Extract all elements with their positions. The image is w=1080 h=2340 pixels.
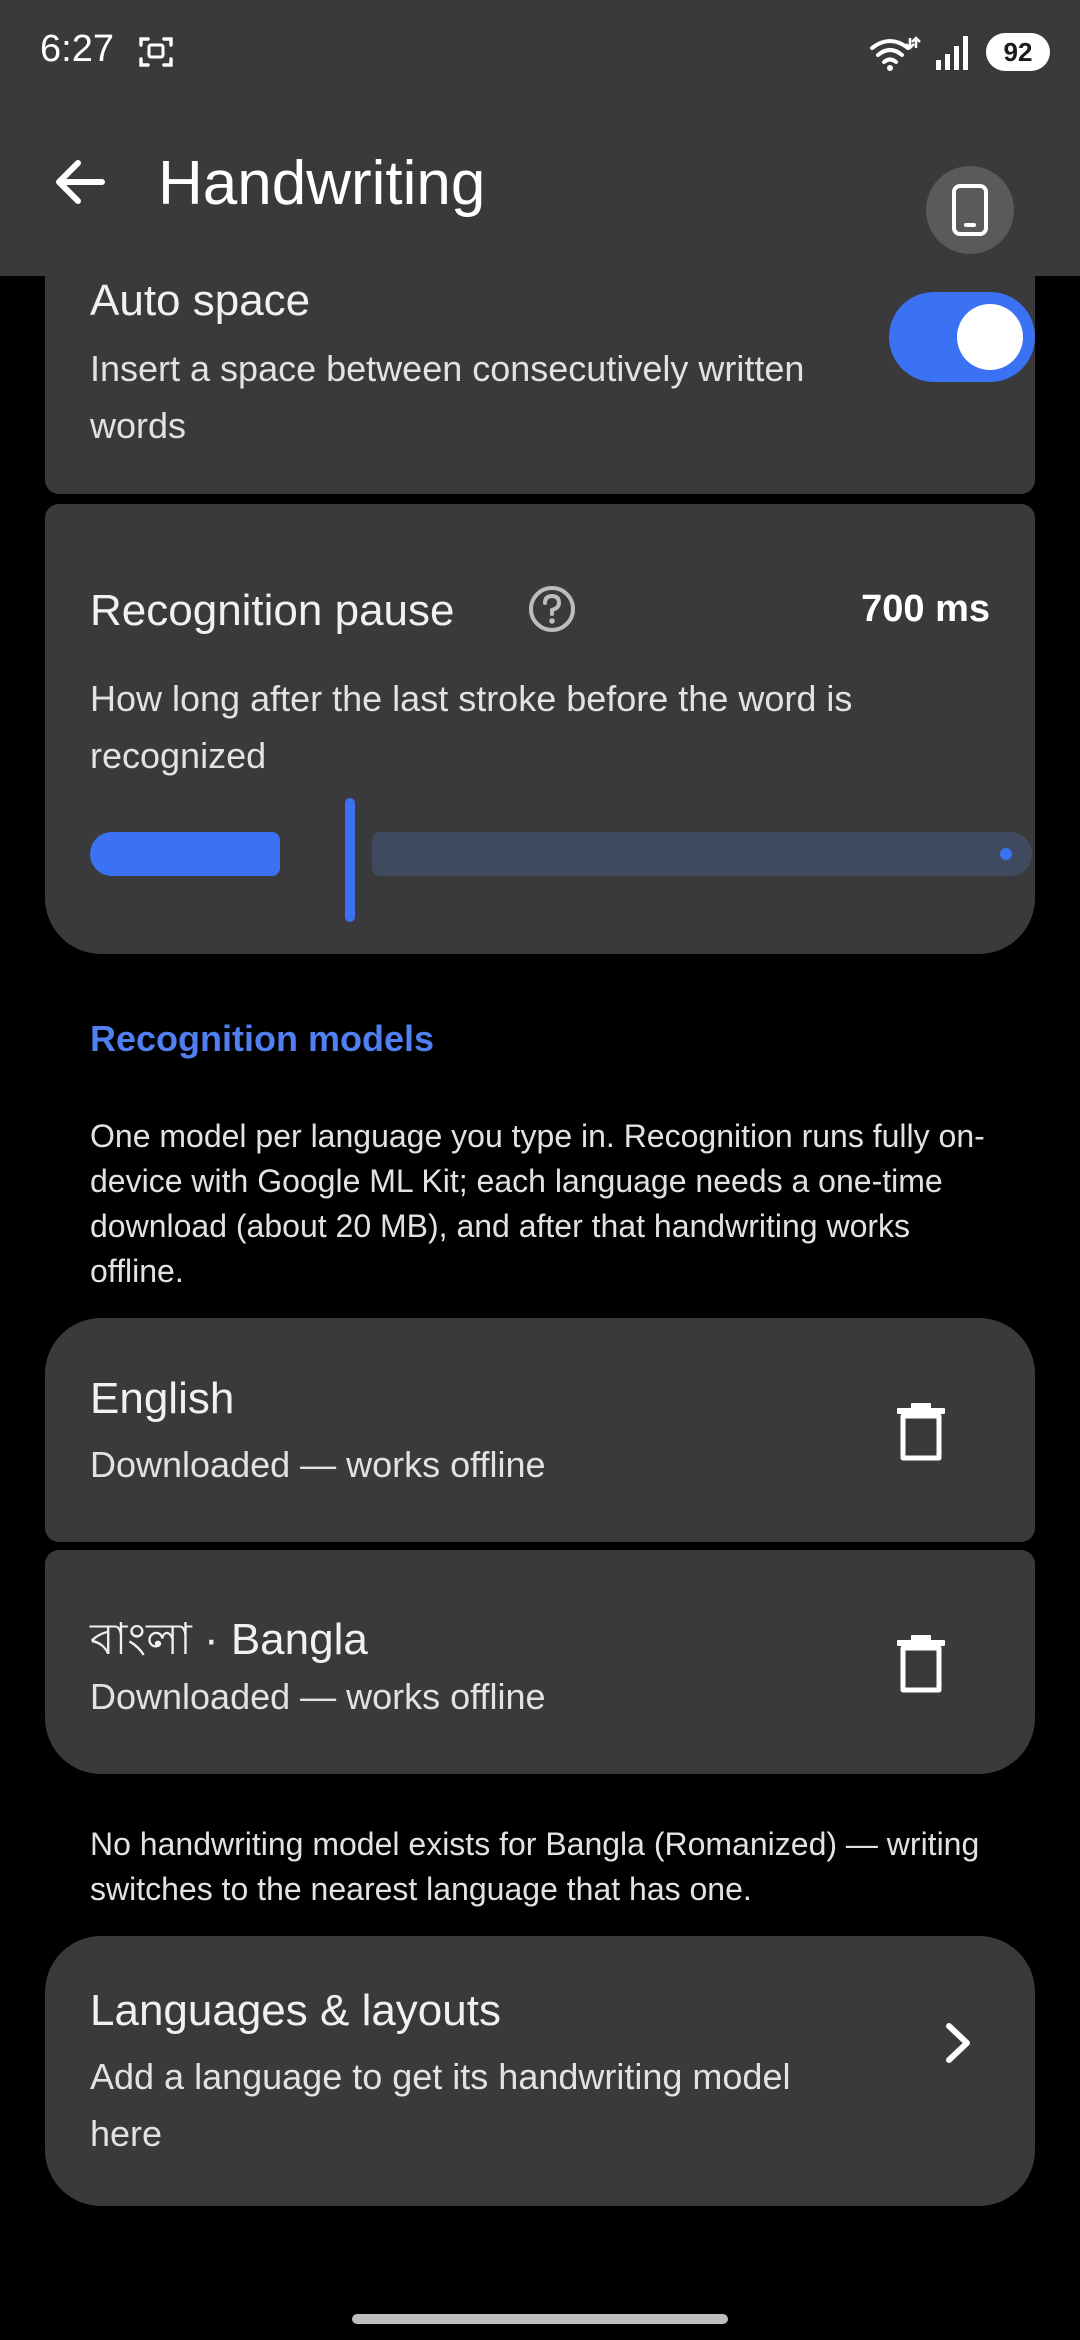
recognition-pause-title: Recognition pause — [90, 586, 455, 635]
recognition-pause-description: How long after the last stroke before th… — [90, 678, 853, 776]
auto-space-title: Auto space — [90, 276, 311, 325]
auto-space-setting[interactable]: Auto space Insert a space between consec… — [45, 276, 1035, 494]
languages-layouts-link[interactable]: Languages & layouts Add a language to ge… — [45, 1936, 1035, 2206]
toggle-knob — [957, 304, 1023, 370]
phone-icon — [952, 184, 988, 236]
auto-space-description: Insert a space between consecutively wri… — [90, 348, 805, 446]
slider-stop-indicator — [1000, 848, 1012, 860]
slider-active-track — [90, 832, 280, 876]
gesture-nav-handle[interactable] — [352, 2314, 728, 2324]
model-item-english: English Downloaded — works offline — [45, 1318, 1035, 1542]
languages-layouts-title: Languages & layouts — [90, 1986, 501, 2035]
languages-layouts-description: Add a language to get its handwriting mo… — [90, 2056, 791, 2154]
back-button[interactable] — [48, 150, 112, 214]
romanized-note: No handwriting model exists for Bangla (… — [90, 1826, 980, 1907]
screenshot-icon — [139, 37, 173, 67]
recognition-pause-slider[interactable] — [90, 790, 1032, 922]
top-bar: 6:27 92 Handwriting — [0, 0, 1080, 276]
chevron-right-icon — [946, 2023, 970, 2063]
slider-thumb[interactable] — [345, 798, 355, 922]
delete-icon[interactable] — [893, 1634, 949, 1694]
help-circle-icon[interactable] — [527, 584, 577, 634]
recognition-pause-value: 700 ms — [861, 588, 990, 630]
status-icons: 92 — [868, 30, 1050, 74]
recognition-models-description: One model per language you type in. Reco… — [90, 1118, 985, 1289]
slider-inactive-track — [372, 832, 1032, 876]
device-button[interactable] — [926, 166, 1014, 254]
battery-icon: 92 — [986, 33, 1050, 71]
status-time: 6:27 — [40, 28, 114, 70]
model-item-bangla: বাংলা · Bangla Downloaded — works offlin… — [45, 1550, 1035, 1774]
delete-icon[interactable] — [893, 1402, 949, 1462]
model-status: Downloaded — works offline — [90, 1676, 546, 1717]
recognition-pause-setting: Recognition pause 700 ms How long after … — [45, 504, 1035, 954]
wifi-icon — [870, 36, 921, 71]
page-title: Handwriting — [158, 149, 486, 218]
auto-space-toggle[interactable] — [889, 292, 1035, 382]
recognition-models-header: Recognition models — [90, 1018, 435, 1059]
model-status: Downloaded — works offline — [90, 1444, 546, 1485]
settings-screen: 6:27 92 Handwriting Auto space Insert a … — [0, 0, 1080, 2340]
signal-icon — [936, 36, 968, 70]
model-name: English — [90, 1374, 235, 1423]
